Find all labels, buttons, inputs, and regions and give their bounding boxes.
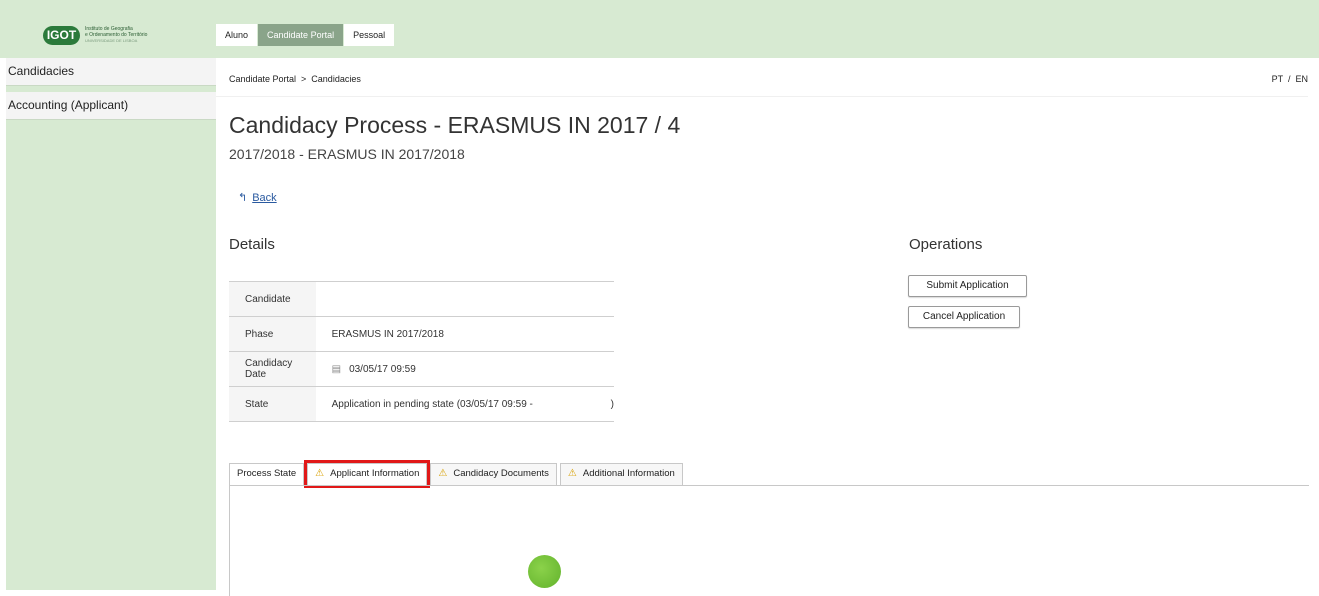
warning-icon: ⚠: [567, 468, 577, 479]
tab-applicant-information-label: Applicant Information: [330, 468, 420, 479]
state-label: State: [229, 386, 316, 422]
operations-heading: Operations: [909, 236, 983, 253]
candidate-value: [315, 281, 614, 317]
candidate-label: Candidate: [229, 281, 316, 317]
top-tab-pessoal[interactable]: Pessoal: [344, 24, 396, 46]
table-row: State Application in pending state (03/0…: [229, 386, 614, 422]
table-row: Candidate: [229, 281, 614, 317]
top-nav-tabs: Aluno Candidate Portal Pessoal: [216, 24, 396, 46]
table-row: Candidacy Date ▤ 03/05/17 09:59: [229, 351, 614, 387]
sidebar-item-accounting[interactable]: Accounting (Applicant): [6, 92, 216, 120]
warning-icon: ⚠: [315, 468, 325, 479]
logo-line-3: UNIVERSIDADE DE LISBOA: [85, 38, 138, 43]
page-subtitle: 2017/2018 - ERASMUS IN 2017/2018: [229, 146, 465, 162]
page-title: Candidacy Process - ERASMUS IN 2017 / 4: [229, 112, 681, 138]
phase-label: Phase: [229, 316, 316, 352]
breadcrumb-bar: Candidate Portal > Candidacies PT / EN: [216, 58, 1308, 97]
tab-candidacy-documents-label: Candidacy Documents: [453, 468, 549, 479]
top-header: IGOT Instituto de Geografia e Ordenament…: [0, 0, 1319, 58]
top-tab-aluno[interactable]: Aluno: [216, 24, 259, 46]
table-row: Phase ERASMUS IN 2017/2018: [229, 316, 614, 352]
back-link-label: Back: [252, 192, 277, 204]
details-heading: Details: [229, 236, 275, 253]
status-indicator-icon: [528, 555, 561, 588]
back-arrow-icon: ↰: [238, 192, 248, 204]
tab-panel: [229, 485, 1309, 596]
candidacy-date-text: 03/05/17 09:59: [349, 363, 416, 375]
state-value: Application in pending state (03/05/17 0…: [315, 386, 614, 422]
cancel-application-button[interactable]: Cancel Application: [908, 306, 1020, 328]
tab-additional-information[interactable]: ⚠ Additional Information: [559, 463, 683, 485]
back-link[interactable]: ↰ Back: [238, 191, 277, 204]
sidebar: Candidacies Accounting (Applicant): [6, 58, 216, 590]
top-tab-candidate-portal[interactable]: Candidate Portal: [258, 24, 345, 46]
warning-icon: ⚠: [438, 468, 448, 479]
tab-candidacy-documents[interactable]: ⚠ Candidacy Documents: [430, 463, 557, 485]
submit-application-button[interactable]: Submit Application: [908, 275, 1027, 297]
logo-text: Instituto de Geografia e Ordenamento do …: [85, 26, 195, 44]
tab-process-state[interactable]: Process State: [229, 463, 305, 485]
phase-value: ERASMUS IN 2017/2018: [315, 316, 614, 352]
candidacy-date-label: Candidacy Date: [229, 351, 316, 387]
calendar-icon: ▤: [331, 363, 342, 375]
details-table: Candidate Phase ERASMUS IN 2017/2018 Can…: [229, 281, 614, 422]
process-tabs: Process State ⚠ Applicant Information ⚠ Ca…: [229, 460, 686, 488]
sidebar-item-candidacies[interactable]: Candidacies: [6, 58, 216, 86]
institution-logo[interactable]: IGOT Instituto de Geografia e Ordenament…: [6, 0, 216, 58]
candidacy-date-value: ▤ 03/05/17 09:59: [315, 351, 614, 387]
breadcrumb[interactable]: Candidate Portal > Candidacies: [229, 74, 361, 84]
tab-applicant-information[interactable]: ⚠ Applicant Information: [304, 460, 431, 488]
main-content: Candidate Portal > Candidacies PT / EN C…: [216, 58, 1319, 596]
tab-process-state-label: Process State: [237, 468, 297, 479]
igot-logo-badge: IGOT: [43, 26, 80, 45]
tab-additional-information-label: Additional Information: [582, 468, 675, 479]
language-switcher[interactable]: PT / EN: [1272, 74, 1308, 84]
